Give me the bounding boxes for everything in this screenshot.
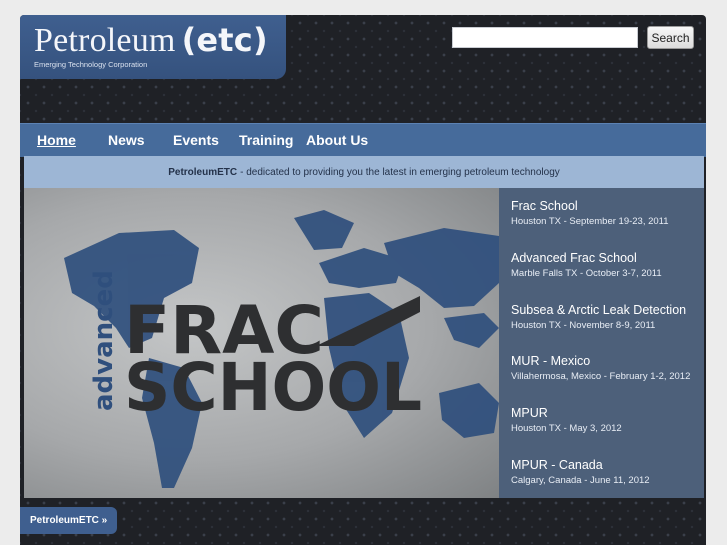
event-title: Subsea & Arctic Leak Detection [511,303,687,317]
event-item[interactable]: MPUR - Canada Calgary, Canada - June 11,… [511,458,650,486]
event-title: MPUR - Canada [511,458,603,472]
nav-home[interactable]: Home [37,132,76,148]
event-detail: Marble Falls TX - October 3-7, 2011 [511,268,662,279]
event-item[interactable]: MUR - Mexico Villahermosa, Mexico - Febr… [511,354,690,382]
event-item[interactable]: Advanced Frac School Marble Falls TX - O… [511,251,662,279]
tagline-bar: PetroleumETC - dedicated to providing yo… [24,156,704,188]
frac-school-logo: advanced FRAC SCHOOL [89,270,422,426]
event-detail: Houston TX - September 19-23, 2011 [511,216,669,227]
event-item[interactable]: MPUR Houston TX - May 3, 2012 [511,406,622,434]
search-button[interactable]: Search [647,26,694,49]
event-title: Frac School [511,199,578,213]
nav-events[interactable]: Events [173,132,219,148]
logo-suffix: (etc) [181,21,268,59]
event-item[interactable]: Subsea & Arctic Leak Detection Houston T… [511,303,686,331]
nav-training[interactable]: Training [239,132,293,148]
event-title: Advanced Frac School [511,251,637,265]
event-detail: Houston TX - November 8-9, 2011 [511,320,656,331]
logo-wordmark: Petroleum (etc) [34,21,268,60]
event-detail: Villahermosa, Mexico - February 1-2, 201… [511,371,691,382]
hero-word-side: advanced [89,270,119,411]
event-title: MPUR [511,406,548,420]
event-item[interactable]: Frac School Houston TX - September 19-23… [511,199,669,227]
search-input[interactable] [452,27,638,48]
logo-subtitle: Emerging Technology Corporation [34,60,148,69]
tagline-text: - dedicated to providing you the latest … [240,166,560,178]
event-title: MUR - Mexico [511,354,591,368]
events-sidebar: Frac School Houston TX - September 19-23… [499,188,704,498]
event-detail: Calgary, Canada - June 11, 2012 [511,475,650,486]
hero-banner[interactable]: advanced FRAC SCHOOL Frac School Houston… [24,188,704,498]
nav-news[interactable]: News [108,132,145,148]
site-logo[interactable]: Petroleum (etc) Emerging Technology Corpo… [20,15,286,79]
main-nav: Home News Events Training About Us [20,123,706,157]
nav-about-us[interactable]: About Us [306,132,368,148]
logo-name: Petroleum [34,22,176,59]
event-detail: Houston TX - May 3, 2012 [511,423,622,434]
hero-word-bottom: SCHOOL [124,349,422,426]
tagline-brand: PetroleumETC [168,166,238,178]
footer-tab-link[interactable]: PetroleumETC » [20,507,117,534]
